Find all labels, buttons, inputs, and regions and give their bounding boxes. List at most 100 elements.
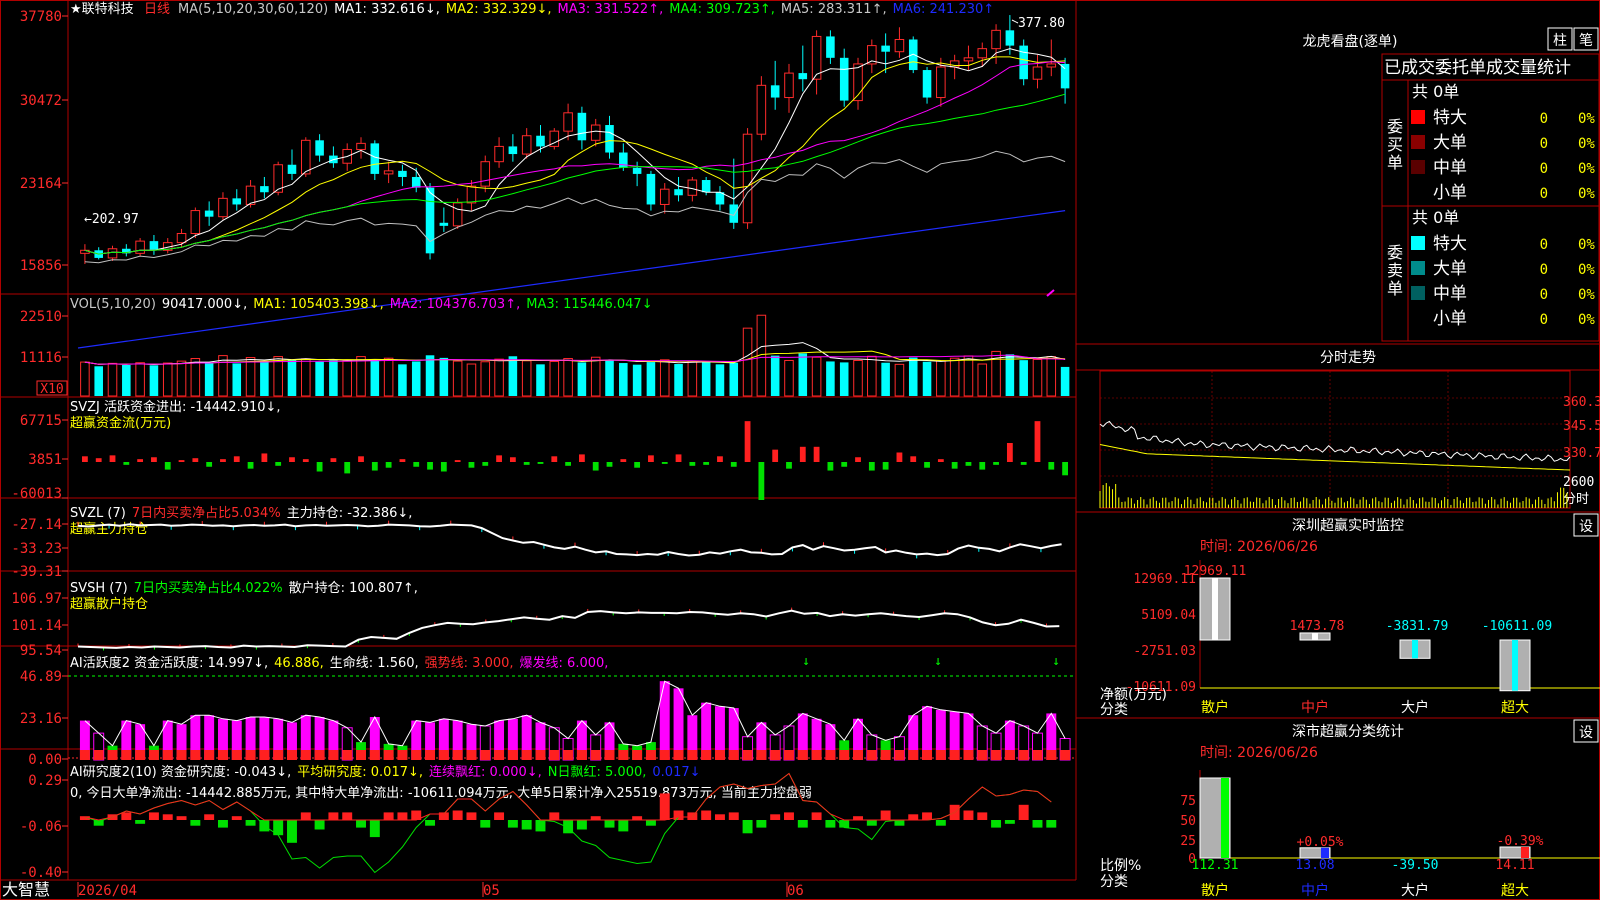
svzl-tick: -39.31 bbox=[11, 564, 62, 580]
research-bar bbox=[880, 810, 891, 820]
volume-bar bbox=[922, 361, 932, 396]
stock-chart-canvas[interactable]: ★联特科技 日线 MA(5,10,20,30,60,120) MA1: 332.616… bbox=[0, 0, 1600, 900]
svzj-bar bbox=[910, 456, 917, 462]
svzj-bar bbox=[717, 456, 723, 462]
svzj-bar bbox=[1062, 462, 1068, 476]
buy-row-pct: 0% bbox=[1578, 186, 1595, 202]
svzj-bar bbox=[440, 462, 447, 472]
classify-pct: -0.39% bbox=[1497, 834, 1544, 849]
ai2-base-bar bbox=[259, 750, 270, 760]
candle-body bbox=[1005, 30, 1015, 46]
research-bar bbox=[287, 820, 297, 843]
candle-body bbox=[494, 145, 504, 163]
svzj-bar bbox=[178, 460, 185, 462]
ai2-base-bar bbox=[576, 750, 587, 760]
ai2-base-bar bbox=[645, 750, 656, 760]
research-bar bbox=[1046, 820, 1057, 828]
research-bar bbox=[659, 793, 670, 820]
svzl-line bbox=[77, 523, 1062, 557]
research-header-part: N日飘红: 5.000, bbox=[548, 764, 647, 780]
ai2-base-bar bbox=[190, 750, 201, 760]
volume-bar bbox=[977, 363, 988, 397]
monitor-tick: 5109.04 bbox=[1141, 608, 1196, 623]
ai2-base-bar bbox=[1004, 750, 1015, 760]
svzj-bar bbox=[220, 459, 226, 462]
svsh-tick: 106.97 bbox=[11, 591, 62, 607]
sell-swatch bbox=[1411, 311, 1425, 325]
ma-header-part: MA2: 332.329↓, bbox=[446, 2, 552, 17]
ai2-base-bar bbox=[756, 750, 767, 760]
svzl-header: SVZL (7) 7日内买卖净占比5.034% 主力持仓: -32.386↓, bbox=[70, 505, 412, 521]
svzj-bar bbox=[675, 454, 682, 462]
monitor-tick: -2751.03 bbox=[1133, 644, 1196, 659]
svzj-bar bbox=[979, 462, 986, 470]
research-bar bbox=[784, 812, 794, 820]
candle-body bbox=[536, 135, 545, 147]
intraday-price-line bbox=[1099, 420, 1571, 462]
monitor-value: 12969.11 bbox=[1184, 564, 1247, 579]
ai2-header-part: 生命线: 1.560, bbox=[330, 655, 419, 671]
monitor-time: 时间: 2026/06/26 bbox=[1200, 539, 1318, 555]
classify-title: 深市超赢分类统计 bbox=[1292, 723, 1404, 740]
ai2-base-bar bbox=[770, 750, 781, 760]
svzj-bar bbox=[496, 455, 502, 462]
ma60-line bbox=[84, 150, 1066, 264]
candle-body bbox=[839, 57, 849, 101]
sell-side-label: 委 bbox=[1387, 243, 1403, 262]
ai2-base-bar bbox=[714, 750, 725, 760]
classify-time: 时间: 2026/06/26 bbox=[1200, 745, 1318, 761]
candle-body bbox=[521, 135, 532, 155]
ai2-base-bar bbox=[300, 750, 311, 760]
ai2-bar bbox=[673, 688, 684, 760]
research-bar bbox=[991, 820, 1002, 828]
monitor-category: 超大 bbox=[1501, 700, 1529, 716]
sell-side-label: 单 bbox=[1387, 279, 1403, 298]
volume-bar bbox=[784, 359, 794, 397]
volume-bar bbox=[162, 362, 173, 397]
dragon-title: 龙虎看盘(逐单) bbox=[1303, 33, 1398, 50]
candle-body bbox=[826, 36, 835, 58]
candle-body bbox=[798, 73, 808, 80]
monitor-category: 大户 bbox=[1401, 699, 1429, 716]
vol-header: VOL(5,10,20) 90417.000↓, MA1: 105403.398↓,… bbox=[70, 297, 653, 312]
ai2-base-bar bbox=[314, 750, 325, 760]
ai2-base-bar bbox=[894, 750, 905, 760]
svzj-bar bbox=[454, 460, 461, 462]
research-bar bbox=[383, 812, 394, 820]
candle-body bbox=[563, 112, 573, 132]
volume-bar bbox=[356, 356, 366, 397]
classify-bar-accent bbox=[1221, 778, 1229, 858]
candle-body bbox=[922, 70, 932, 98]
buy-row-label: 大单 bbox=[1433, 133, 1467, 153]
research-bar bbox=[977, 812, 988, 820]
research-summary: 0, 今日大单净流出: -14442.885万元, 其中特大单净流出: -106… bbox=[70, 785, 812, 801]
svzj-bar bbox=[413, 462, 420, 467]
ai2-base-bar bbox=[563, 750, 574, 760]
vol-header-part: VOL(5,10,20) bbox=[70, 297, 156, 312]
svzj-bar bbox=[965, 462, 972, 466]
volume-bar bbox=[632, 364, 642, 396]
candle-body bbox=[204, 210, 214, 217]
research-header-part: 连续飘红: 0.000↓, bbox=[429, 764, 542, 780]
volume-bar bbox=[536, 364, 545, 396]
volume-bar bbox=[149, 365, 159, 396]
monitor-y-unit: 净额(万元) bbox=[1100, 687, 1167, 703]
stock-name: ★联特科技 bbox=[70, 2, 134, 17]
volume-bar bbox=[1046, 356, 1057, 397]
volume-bar bbox=[122, 364, 131, 396]
ma-header-part: MA1: 332.616↓, bbox=[334, 2, 440, 17]
ai2-base-bar bbox=[825, 750, 836, 760]
svzj-bar bbox=[344, 462, 351, 474]
sell-row-label: 特大 bbox=[1433, 234, 1467, 254]
monitor-bar-core bbox=[1212, 578, 1218, 640]
sell-swatch bbox=[1411, 261, 1425, 275]
volume-bar bbox=[549, 360, 560, 397]
volume-bar bbox=[619, 363, 628, 396]
volume-bar bbox=[370, 360, 380, 396]
research-bar bbox=[935, 820, 946, 826]
research-tick: -0.40 bbox=[20, 865, 62, 881]
ma-header-part: MA(5,10,20,30,60,120) bbox=[178, 2, 328, 17]
candle-body bbox=[784, 72, 794, 99]
volume-bar bbox=[287, 359, 297, 396]
classify-tick: 50 bbox=[1180, 814, 1196, 829]
